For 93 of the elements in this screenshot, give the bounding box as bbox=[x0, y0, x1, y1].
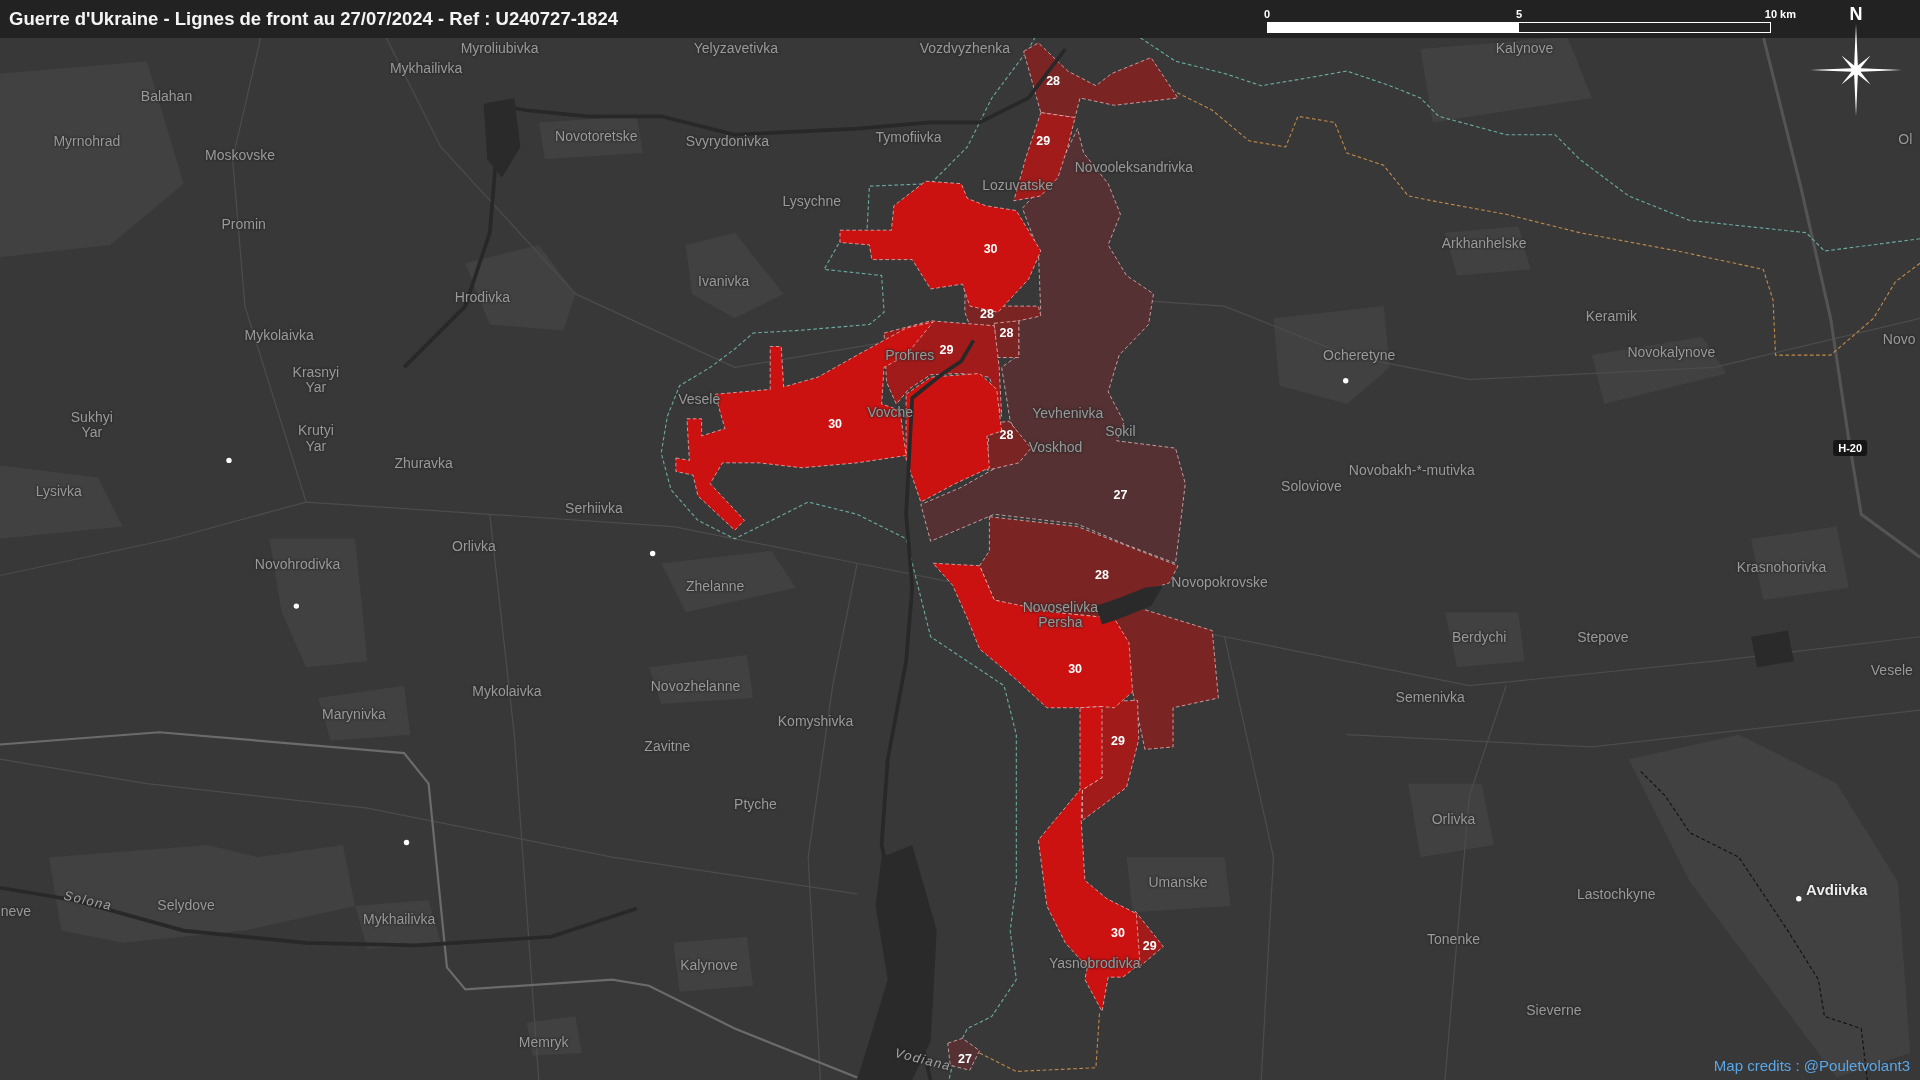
place-label: Balahan bbox=[140, 89, 193, 105]
place-label: Lysivka bbox=[35, 484, 82, 500]
zone-day-label: 27 bbox=[1113, 489, 1128, 503]
place-label: Sieverne bbox=[1526, 1003, 1582, 1020]
zone-day-label: 28 bbox=[1095, 568, 1109, 583]
place-label: Soloviove bbox=[1281, 479, 1342, 495]
map-title: Guerre d'Ukraine - Lignes de front au 27/07/2024 - Ref : U240727-1824 bbox=[9, 8, 618, 30]
place-label: Ocheretyne bbox=[1323, 348, 1396, 364]
place-label: Keramik bbox=[1585, 309, 1638, 325]
place-dot-icon bbox=[226, 457, 232, 464]
place-label: Komyshivka bbox=[777, 714, 854, 731]
zone-day-label: 29 bbox=[1142, 939, 1157, 954]
zone-day-label: 28 bbox=[979, 307, 994, 322]
place-label: Orlivka bbox=[452, 539, 496, 555]
scale-label: 0 bbox=[1263, 8, 1271, 20]
place-label: Novopokrovske bbox=[1171, 575, 1268, 591]
lake bbox=[1751, 630, 1794, 668]
place-label: Krasnyi Yar bbox=[292, 364, 340, 395]
place-label: Arkhanhelske bbox=[1441, 236, 1527, 252]
place-label: Promin bbox=[221, 217, 266, 233]
place-label: Yelyzavetivka bbox=[693, 41, 779, 57]
place-label: Svyrydonivka bbox=[685, 134, 769, 150]
river-label: Vodiana bbox=[893, 1046, 954, 1075]
place-label: Novotoretske bbox=[555, 129, 638, 145]
place-label: Serhiivka bbox=[565, 501, 623, 518]
place-label: Mykolaivka bbox=[472, 684, 542, 700]
place-label: Memryk bbox=[518, 1035, 569, 1051]
place-label: Stepove bbox=[1577, 630, 1629, 646]
place-label: Marynivka bbox=[322, 707, 386, 723]
place-label: Kalynove bbox=[680, 958, 738, 974]
place-label: Ivanivka bbox=[698, 273, 750, 290]
place-label: Selydove bbox=[157, 898, 215, 914]
place-label: Zavitne bbox=[644, 739, 691, 755]
place-dot-icon bbox=[403, 839, 410, 846]
map-credits: Map credits : @Pouletvolant3 bbox=[1713, 1057, 1910, 1074]
place-label: Lysychne bbox=[782, 194, 842, 210]
place-label: Myroliubivka bbox=[460, 41, 539, 57]
place-label: Sokil bbox=[1105, 424, 1136, 440]
place-label: Ptyche bbox=[734, 796, 777, 813]
zone-day-label: 28 bbox=[999, 327, 1014, 342]
zone-day-label: 28 bbox=[999, 429, 1014, 443]
place-label: Novohrodivka bbox=[254, 556, 341, 573]
zone-day-label: 30 bbox=[828, 418, 843, 432]
zone-day-label: 29 bbox=[1036, 135, 1051, 149]
place-label: Semenivka bbox=[1395, 690, 1465, 706]
river-label: Solona bbox=[62, 888, 114, 914]
place-label: Novokalynove bbox=[1627, 345, 1716, 361]
place-label: Berdychi bbox=[1451, 630, 1507, 646]
place-dot-icon bbox=[1796, 896, 1802, 902]
city-label: Avdiivka bbox=[1806, 881, 1868, 899]
place-label: Prohres bbox=[885, 348, 935, 364]
place-label: Vozdvyzhenka bbox=[919, 41, 1011, 57]
scale-label: 5 bbox=[1515, 8, 1523, 20]
place-label: Moskovske bbox=[205, 147, 275, 164]
place-label: Sukhyi Yar bbox=[70, 409, 113, 441]
place-label: Mykolaivka bbox=[244, 327, 314, 344]
place-label: Novooleksandrivka bbox=[1074, 160, 1194, 176]
place-dot-icon bbox=[1343, 378, 1349, 384]
place-label: Novozhelanne bbox=[650, 679, 741, 695]
place-label: Tymofiivka bbox=[875, 130, 942, 147]
zone-day-label: 29 bbox=[939, 344, 954, 359]
place-label: Zhuravka bbox=[394, 456, 453, 472]
road-sign: H-20 bbox=[1833, 440, 1868, 457]
north-label: N bbox=[1849, 4, 1863, 24]
zone-day-label: 30 bbox=[983, 242, 998, 257]
place-label: Krasnohorivka bbox=[1736, 560, 1827, 576]
place-label: Novobakh-*-mutivka bbox=[1348, 463, 1475, 480]
zone-day-label: 28 bbox=[1046, 75, 1061, 89]
place-label: Myrnohrad bbox=[53, 134, 121, 150]
place-label: Orlivka bbox=[1431, 812, 1476, 829]
place-label: Yevhenivka bbox=[1032, 406, 1104, 422]
place-label: Novoselivka Persha bbox=[1022, 599, 1099, 631]
zone-day-label: 30 bbox=[1111, 927, 1125, 942]
place-dot-icon bbox=[649, 550, 656, 557]
place-label: Krutyi Yar bbox=[298, 423, 334, 454]
place-label: Vesele bbox=[1870, 663, 1913, 679]
place-label: Mykhailivka bbox=[389, 60, 463, 77]
place-label: Mykhailivka bbox=[363, 911, 436, 928]
scale-label: 10 km bbox=[1764, 8, 1796, 20]
place-label: Hrodivka bbox=[454, 289, 510, 306]
place-label: neve bbox=[0, 904, 32, 920]
place-label: Tonenke bbox=[1427, 932, 1480, 949]
place-label: Kalynove bbox=[1495, 41, 1554, 57]
place-label: Voskhod bbox=[1028, 440, 1083, 456]
place-label: Ol bbox=[1898, 131, 1913, 148]
zone-day-label: 29 bbox=[1111, 735, 1125, 749]
place-dot-icon bbox=[293, 603, 299, 609]
zone-day-label: 27 bbox=[957, 1053, 972, 1068]
place-label: Novo bbox=[1882, 332, 1916, 349]
place-label: Zhelanne bbox=[685, 578, 745, 595]
place-label: Umanske bbox=[1148, 875, 1208, 891]
place-label: Lastochkyne bbox=[1577, 887, 1656, 903]
zone-day-label: 30 bbox=[1068, 662, 1083, 677]
